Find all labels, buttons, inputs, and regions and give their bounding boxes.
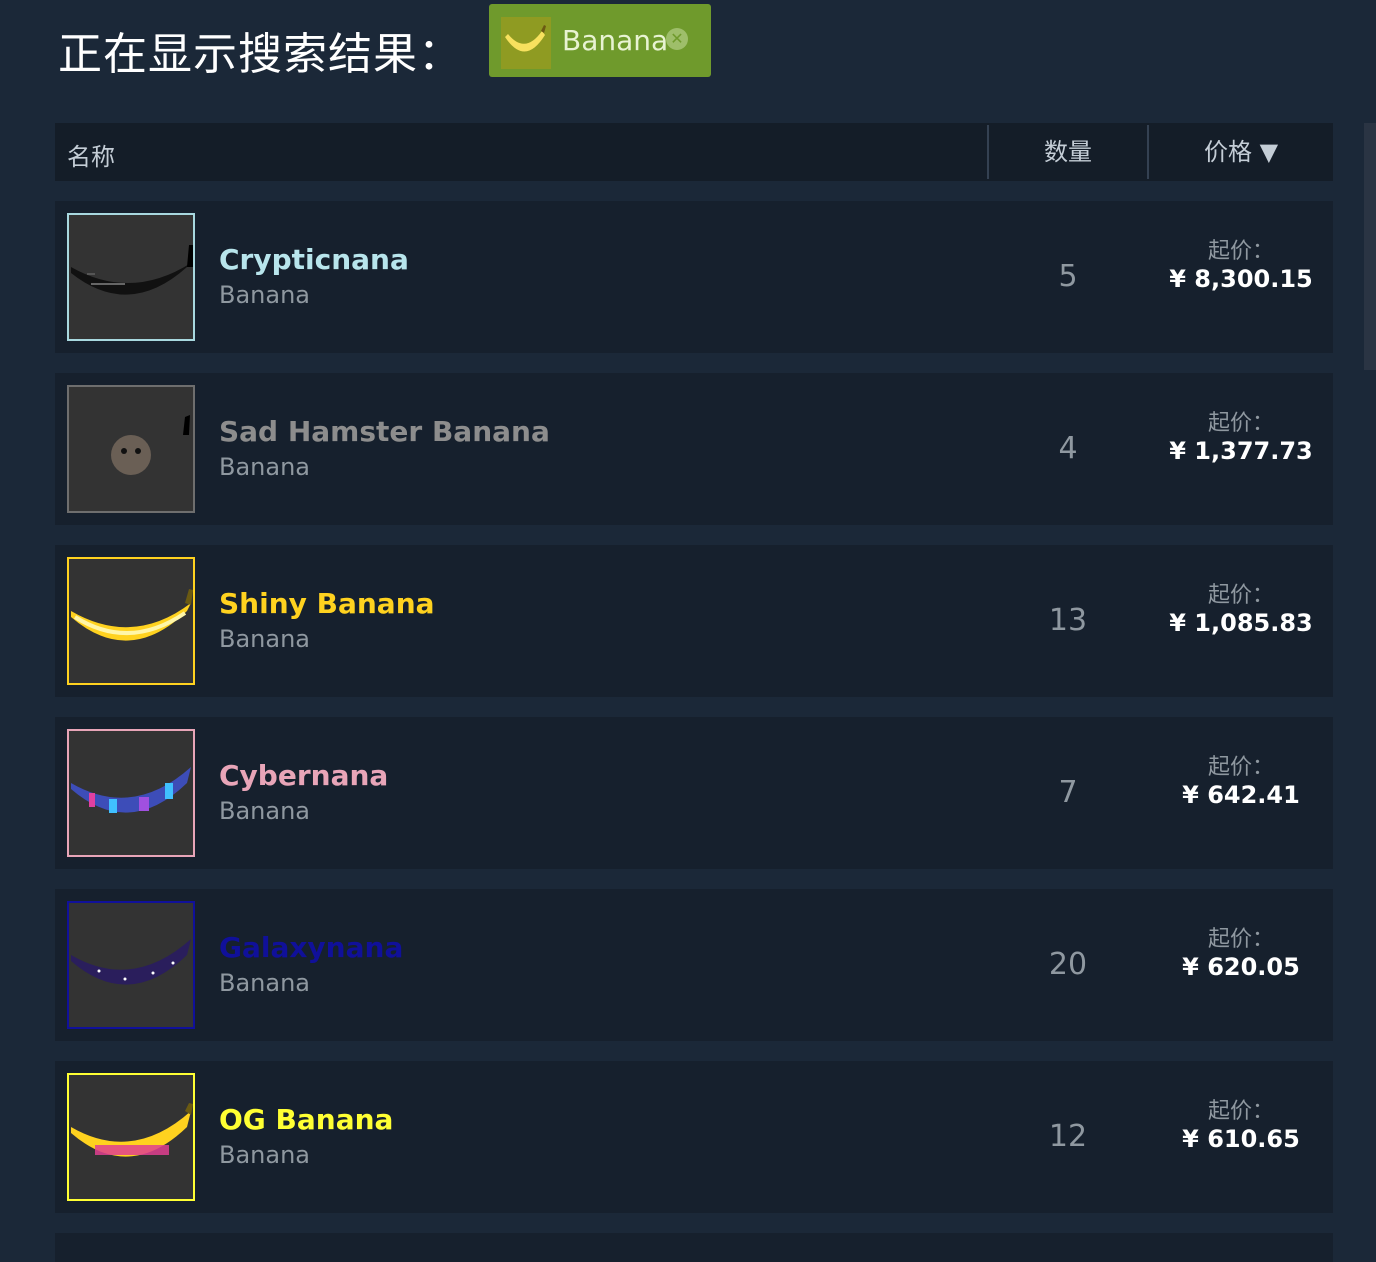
scrollbar[interactable] [1364, 123, 1376, 370]
price-label: 起价： [1207, 411, 1274, 436]
table-header: 名称 数量 价格 ▼ [55, 123, 1333, 181]
price-label: 起价： [1207, 927, 1274, 952]
table-row[interactable]: Sad Hamster Banana Banana 4 起价： ¥ 1,377.… [55, 373, 1333, 525]
item-game-name: Banana [219, 797, 311, 825]
table-row[interactable]: Galaxynana Banana 20 起价： ¥ 620.05 [55, 889, 1333, 1041]
table-row[interactable]: OG Banana Banana 12 起价： ¥ 610.65 [55, 1061, 1333, 1213]
item-game-name: Banana [219, 281, 311, 309]
item-image-galaxynana [67, 901, 195, 1029]
table-row[interactable]: Crypticnana Banana 5 起价： ¥ 8,300.15 [55, 201, 1333, 353]
price-label: 起价： [1207, 755, 1274, 780]
column-header-price-sort[interactable]: 价格 ▼ [1149, 125, 1333, 179]
price-value: ¥ 610.65 [1182, 1125, 1300, 1153]
item-quantity: 7 [1058, 775, 1078, 810]
filter-tag-banana[interactable]: Banana ✕ [489, 4, 711, 77]
column-header-quantity[interactable]: 数量 [987, 125, 1149, 179]
item-game-name: Banana [219, 453, 311, 481]
item-name[interactable]: Shiny Banana [219, 587, 435, 620]
price-label: 起价： [1207, 239, 1274, 264]
item-quantity: 5 [1058, 259, 1078, 294]
item-game-name: Banana [219, 625, 311, 653]
item-quantity: 12 [1048, 1119, 1088, 1154]
item-image-crypticnana [67, 213, 195, 341]
price-value: ¥ 620.05 [1182, 953, 1300, 981]
price-value: ¥ 1,377.73 [1169, 437, 1313, 465]
item-game-name: Banana [219, 969, 311, 997]
filter-label: Banana [562, 24, 669, 57]
item-name[interactable]: Cybernana [219, 759, 388, 792]
price-label: 起价： [1207, 1099, 1274, 1124]
price-value: ¥ 642.41 [1182, 781, 1300, 809]
item-game-name: Banana [219, 1141, 311, 1169]
item-quantity: 13 [1048, 603, 1088, 638]
item-image-shiny-banana [67, 557, 195, 685]
table-row[interactable]: Shiny Banana Banana 13 起价： ¥ 1,085.83 [55, 545, 1333, 697]
item-name[interactable]: OG Banana [219, 1103, 393, 1136]
table-row[interactable] [55, 1233, 1333, 1262]
table-row[interactable]: Cybernana Banana 7 起价： ¥ 642.41 [55, 717, 1333, 869]
price-value: ¥ 8,300.15 [1169, 265, 1313, 293]
banana-thumbnail-icon [501, 17, 551, 69]
item-image-cybernana [67, 729, 195, 857]
remove-filter-icon[interactable]: ✕ [666, 28, 688, 50]
item-quantity: 4 [1058, 431, 1078, 466]
item-image-sad-hamster-banana [67, 385, 195, 513]
item-name[interactable]: Sad Hamster Banana [219, 415, 550, 448]
item-image-og-banana [67, 1073, 195, 1201]
item-name[interactable]: Crypticnana [219, 243, 409, 276]
column-header-name[interactable]: 名称 [67, 137, 115, 172]
item-name[interactable]: Galaxynana [219, 931, 403, 964]
item-quantity: 20 [1048, 947, 1088, 982]
price-label: 起价： [1207, 583, 1274, 608]
price-value: ¥ 1,085.83 [1169, 609, 1313, 637]
search-results-heading: 正在显示搜索结果： [58, 29, 463, 80]
